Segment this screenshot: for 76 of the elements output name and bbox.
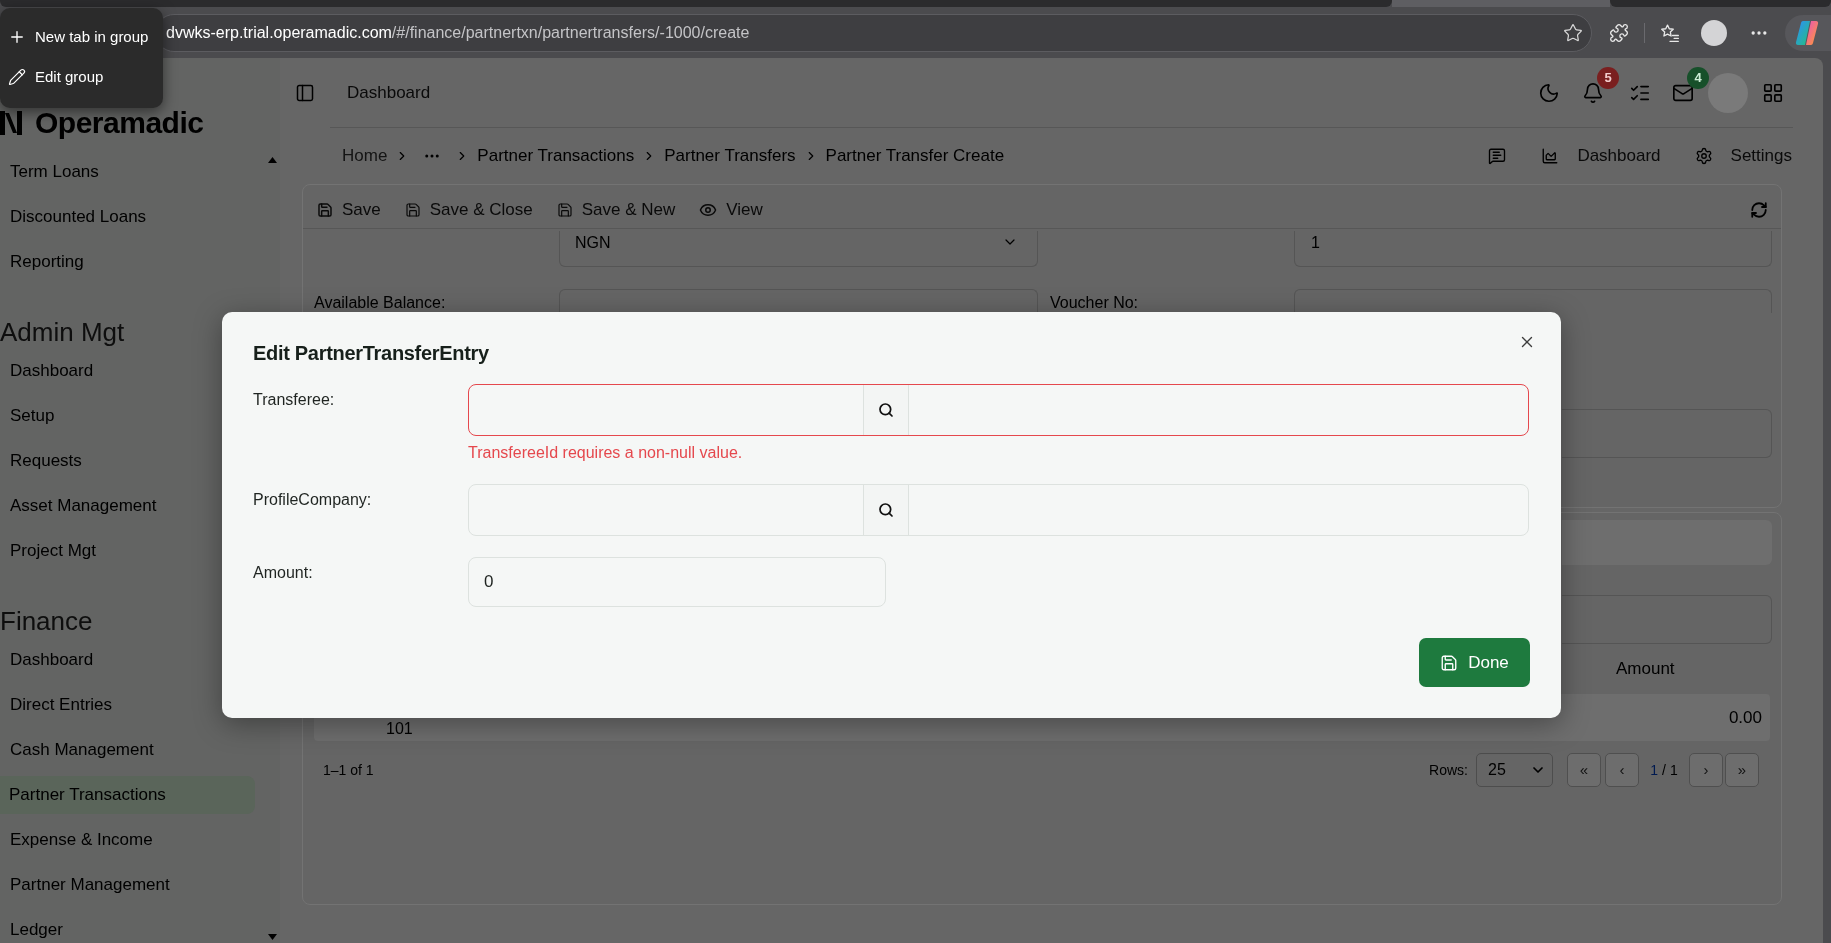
breadcrumb-link[interactable]: Partner Transfer Create <box>825 143 1005 169</box>
field-label: Transferee: <box>253 390 336 410</box>
input-field[interactable] <box>1562 595 1772 644</box>
sidebar-item[interactable]: Ledger <box>0 911 255 943</box>
lookup-field[interactable] <box>468 384 1529 436</box>
column-header: Amount <box>1616 659 1675 679</box>
page-title: Dashboard <box>347 81 431 104</box>
breadcrumb-link[interactable]: Home <box>342 143 388 169</box>
area-chart-icon <box>1541 147 1560 165</box>
sidebar-item[interactable]: Discounted Loans <box>0 198 255 236</box>
message-icon[interactable] <box>1488 147 1507 165</box>
refresh-icon <box>1750 200 1768 219</box>
app-button[interactable] <box>1785 14 1831 51</box>
current-page: 1 <box>1650 760 1659 780</box>
search-icon <box>878 402 894 418</box>
search-button[interactable] <box>863 385 909 435</box>
field-label: Voucher No: <box>1050 293 1140 313</box>
pencil-icon <box>8 68 26 86</box>
dialog-title: Edit PartnerTransferEntry <box>253 341 490 365</box>
logo-mark-icon <box>0 111 22 135</box>
view-button[interactable]: View <box>699 196 763 223</box>
sidebar-item[interactable]: Partner Management <box>0 866 255 904</box>
sidebar-item[interactable]: Reporting <box>0 243 255 281</box>
last-page-button[interactable]: » <box>1725 753 1759 787</box>
pagination-summary: 1–1 of 1 <box>323 760 374 780</box>
settings-link[interactable]: Settings <box>1694 143 1792 169</box>
save-and-new-button[interactable]: Save & New <box>556 196 676 223</box>
sidebar-item[interactable]: Cash Management <box>0 731 255 769</box>
menu-item[interactable]: Edit group <box>0 57 163 97</box>
scroll-down-icon[interactable] <box>267 934 277 940</box>
save-button[interactable]: Save <box>317 196 381 223</box>
sidebar-section-title: Admin Mgt <box>0 315 126 349</box>
amount-input[interactable]: 0 <box>468 557 886 607</box>
first-page-button[interactable]: « <box>1567 753 1601 787</box>
app-logo-text: Operamadic <box>35 108 204 138</box>
page-total: / 1 <box>1662 760 1678 780</box>
sidebar-section-title: Finance <box>0 604 94 638</box>
rows-label: Rows: <box>1429 760 1468 780</box>
refresh-button[interactable] <box>1750 200 1768 219</box>
apps-grid-icon[interactable] <box>1762 81 1784 104</box>
field-label: ProfileCompany: <box>253 490 373 510</box>
profile-avatar-placeholder[interactable] <box>1701 19 1727 46</box>
scroll-up-icon[interactable] <box>267 157 277 163</box>
save-and-close-button[interactable]: Save & Close <box>404 196 533 223</box>
rows-per-page-select[interactable]: 25 <box>1476 753 1553 787</box>
field-label: Amount: <box>253 563 314 583</box>
previous-page-button[interactable]: ‹ <box>1605 753 1639 787</box>
sidebar-item[interactable]: Term Loans <box>0 153 255 191</box>
field-label: Available Balance: <box>314 293 447 313</box>
notification-count-badge: 5 <box>1597 66 1619 89</box>
input-field[interactable]: 1 <box>1294 231 1772 267</box>
puzzle-icon[interactable] <box>1609 22 1629 43</box>
search-button[interactable] <box>863 485 909 535</box>
sidebar-toggle-icon[interactable] <box>295 82 315 103</box>
settings-icon <box>1694 147 1713 165</box>
error-message: TransfereeId requires a non-null value. <box>468 443 744 463</box>
star-list-icon[interactable] <box>1660 22 1680 43</box>
breadcrumb-link[interactable]: Partner Transfers <box>664 143 796 169</box>
sidebar-item[interactable]: Expense & Income <box>0 821 255 859</box>
plus-icon <box>8 28 26 46</box>
table-cell: 0.00 <box>1728 708 1762 728</box>
bell-icon[interactable] <box>1582 81 1604 104</box>
currency-select[interactable]: NGN <box>559 231 1038 267</box>
table-cell: 101 <box>386 719 413 739</box>
search-icon <box>878 502 894 518</box>
moon-icon[interactable] <box>1538 81 1560 104</box>
done-button[interactable]: Done <box>1419 638 1530 687</box>
sidebar-item[interactable]: Partner Transactions <box>0 776 255 814</box>
url-text: dvwks-erp.trial.operamadic.com/#/finance/partnertxn/partnertransfers/-1000/create <box>166 22 750 43</box>
message-count-badge: 4 <box>1687 66 1709 89</box>
next-page-button[interactable]: › <box>1689 753 1723 787</box>
star-icon[interactable] <box>1563 22 1583 43</box>
multicolor-app-icon <box>1795 19 1821 46</box>
dashboard-link[interactable]: Dashboard <box>1541 143 1661 169</box>
breadcrumb-link[interactable]: Partner Transactions <box>477 143 635 169</box>
input-field[interactable] <box>1562 409 1772 458</box>
